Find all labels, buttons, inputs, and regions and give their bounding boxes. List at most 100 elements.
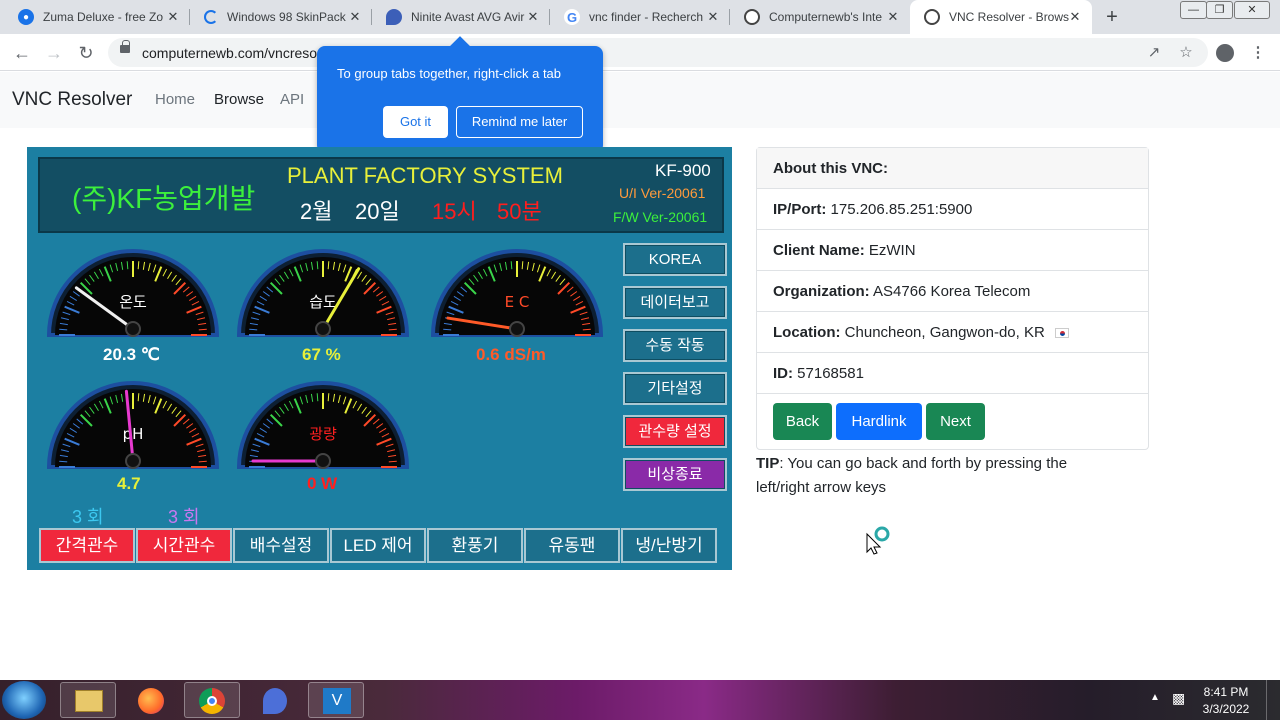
gauge-tick	[137, 393, 140, 402]
heating-cooling-button[interactable]: 냉/난방기	[621, 528, 717, 563]
firefox-icon	[138, 688, 164, 714]
address-bar[interactable]: computernewb.com/vncreso	[108, 38, 1208, 67]
gauge-ph: pH	[46, 381, 220, 469]
client-name-value: EzWIN	[868, 242, 916, 259]
taskbar-firefox[interactable]	[122, 682, 178, 718]
manual-operation-button[interactable]: 수동 작동	[623, 329, 727, 362]
other-settings-button[interactable]: 기타설정	[623, 372, 727, 405]
tab-google[interactable]: G vnc finder - Recherch ✕	[550, 0, 730, 34]
ip-port-label: IP/Port:	[773, 201, 827, 218]
close-icon[interactable]: ✕	[706, 10, 720, 24]
tab-zuma[interactable]: ● Zuma Deluxe - free Zo ✕	[4, 0, 190, 34]
tab-vnc-resolver[interactable]: VNC Resolver - Brows ✕	[910, 0, 1092, 34]
forward-arrow-icon[interactable]: →	[42, 41, 66, 65]
korea-button[interactable]: KOREA	[623, 243, 727, 276]
gauge-tick	[582, 328, 591, 331]
led-control-button[interactable]: LED 제어	[330, 528, 426, 563]
back-arrow-icon[interactable]: ←	[10, 41, 34, 65]
ec-value: 0.6 dS/m	[476, 345, 546, 364]
tab-title: Windows 98 SkinPack	[227, 10, 346, 24]
light-value: 0 W	[307, 474, 338, 493]
nav-api[interactable]: API	[280, 91, 304, 108]
gauge-label: pH	[123, 425, 144, 443]
gauge-temperature: 온도	[46, 249, 220, 337]
got-it-button[interactable]: Got it	[383, 106, 448, 138]
site-navbar: VNC Resolver Home Browse API	[0, 72, 1280, 128]
drainage-settings-button[interactable]: 배수설정	[233, 528, 329, 563]
gauge-tick	[388, 328, 397, 331]
gauge-hub	[315, 453, 331, 469]
interval-irrigation-button[interactable]: 간격관수	[39, 528, 135, 563]
site-brand[interactable]: VNC Resolver	[12, 89, 132, 111]
next-button[interactable]: Next	[926, 403, 985, 440]
data-report-button[interactable]: 데이터보고	[623, 286, 727, 319]
loading-icon	[204, 10, 218, 24]
taskbar-ninite[interactable]	[246, 682, 302, 718]
tab-title: Zuma Deluxe - free Zo	[43, 10, 164, 24]
remind-later-button[interactable]: Remind me later	[456, 106, 583, 138]
reload-icon[interactable]: ↻	[74, 41, 98, 65]
tab-ninite[interactable]: Ninite Avast AVG Avir ✕	[372, 0, 550, 34]
nav-browse[interactable]: Browse	[214, 91, 264, 108]
close-icon[interactable]: ✕	[166, 10, 180, 24]
close-icon[interactable]: ✕	[526, 10, 540, 24]
nav-home[interactable]: Home	[155, 91, 195, 108]
tab-title: VNC Resolver - Brows	[949, 10, 1070, 24]
tab-skinpack[interactable]: Windows 98 SkinPack ✕	[190, 0, 372, 34]
tab-title: Computernewb's Inte	[769, 10, 883, 24]
gauge-tick	[249, 328, 258, 331]
tray-expand-icon[interactable]: ▲	[1150, 692, 1160, 703]
tab-computernewb[interactable]: Computernewb's Inte ✕	[730, 0, 910, 34]
taskbar-chrome[interactable]	[184, 682, 240, 718]
vnc-screenshot[interactable]: (주)KF농업개발 PLANT FACTORY SYSTEM 2월 20일 15…	[27, 147, 732, 570]
temperature-value: 20.3 ℃	[103, 345, 160, 364]
minimize-button[interactable]: —	[1180, 1, 1207, 19]
new-tab-button[interactable]: +	[1100, 6, 1124, 28]
lock-icon	[120, 40, 130, 53]
share-icon[interactable]: ↗	[1144, 43, 1164, 63]
clock-time: 8:41 PM	[1203, 685, 1249, 699]
gauge-tick	[198, 460, 207, 463]
tip-body: : You can go back and forth by pressing …	[756, 455, 1068, 496]
circulation-fan-button[interactable]: 유동팬	[524, 528, 620, 563]
emergency-stop-button[interactable]: 비상종료	[623, 458, 727, 491]
menu-kebab-icon[interactable]: ⋮	[1248, 43, 1268, 63]
client-name-row: Client Name: EzWIN	[757, 230, 1148, 271]
busy-cursor-icon	[866, 526, 890, 555]
show-desktop-button[interactable]	[1266, 680, 1280, 720]
window-close-button[interactable]: ✕	[1234, 1, 1270, 19]
gauge-label: 습도	[309, 293, 337, 311]
time-irrigation-button[interactable]: 시간관수	[136, 528, 232, 563]
time-hour: 15시	[432, 199, 477, 224]
id-value: 57168581	[797, 365, 864, 382]
hardlink-button[interactable]: Hardlink	[836, 403, 922, 440]
start-button[interactable]	[2, 681, 46, 719]
tab-group-tip-popup: To group tabs together, right-click a ta…	[317, 46, 603, 153]
network-icon[interactable]: ▩	[1172, 690, 1185, 707]
close-icon[interactable]: ✕	[348, 10, 362, 24]
vnc-info-card: About this VNC: IP/Port: 175.206.85.251:…	[756, 147, 1149, 450]
gauge-tick	[137, 261, 140, 270]
location-row: Location: Chuncheon, Gangwon-do, KR	[757, 312, 1148, 353]
system-title: PLANT FACTORY SYSTEM	[287, 163, 563, 188]
organization-label: Organization:	[773, 283, 870, 300]
humidity-value: 67 %	[302, 345, 341, 364]
taskbar-explorer[interactable]	[60, 682, 116, 718]
profile-avatar-icon[interactable]	[1215, 43, 1235, 63]
folder-icon	[75, 690, 103, 712]
close-icon[interactable]: ✕	[1068, 10, 1082, 24]
bookmark-star-icon[interactable]: ☆	[1176, 43, 1196, 63]
irrigation-settings-button[interactable]: 관수량 설정	[623, 415, 727, 448]
clock[interactable]: 8:41 PM 3/3/2022	[1196, 685, 1256, 716]
ventilator-button[interactable]: 환풍기	[427, 528, 523, 563]
chrome-icon	[199, 688, 225, 714]
maximize-button[interactable]: ❐	[1206, 1, 1233, 19]
close-icon[interactable]: ✕	[886, 10, 900, 24]
taskbar-vnc[interactable]: V	[308, 682, 364, 718]
gauge-tick	[443, 328, 452, 331]
tip-text: TIP: You can go back and forth by pressi…	[756, 452, 1116, 500]
back-button[interactable]: Back	[773, 403, 832, 440]
location-value: Chuncheon, Gangwon-do, KR	[844, 324, 1045, 341]
organization-value: AS4766 Korea Telecom	[873, 283, 1031, 300]
url-text[interactable]: computernewb.com/vncreso	[142, 45, 317, 61]
